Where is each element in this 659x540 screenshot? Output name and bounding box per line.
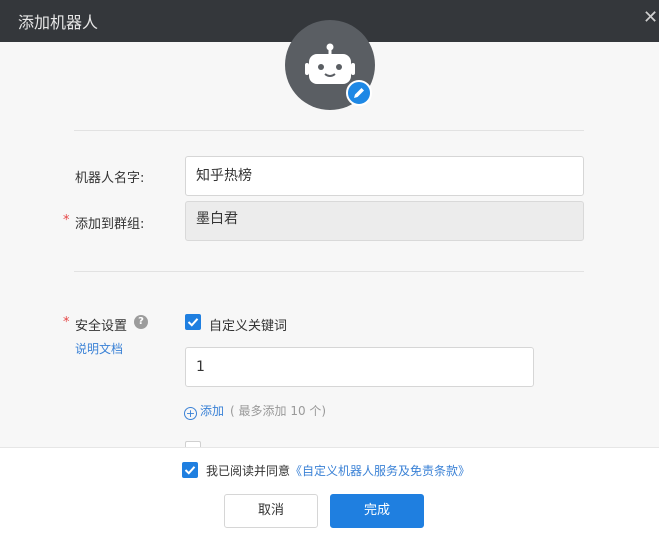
agree-text: 我已阅读并同意: [206, 464, 291, 478]
check-icon: [184, 466, 196, 475]
help-icon[interactable]: ?: [134, 315, 148, 329]
robot-name-input[interactable]: 知乎热榜: [185, 156, 584, 196]
required-mark: *: [63, 213, 70, 228]
agree-statement: 我已阅读并同意《自定义机器人服务及免责条款》: [206, 462, 470, 479]
pencil-icon: [354, 88, 364, 98]
add-limit-hint: ( 最多添加 10 个): [230, 404, 327, 418]
name-label: 机器人名字:: [75, 171, 145, 186]
close-icon[interactable]: ✕: [643, 8, 659, 28]
edit-avatar-button[interactable]: [346, 80, 372, 106]
done-button[interactable]: 完成: [330, 494, 424, 528]
dialog-title: 添加机器人: [18, 13, 99, 32]
dialog-footer: 我已阅读并同意《自定义机器人服务及免责条款》 取消 完成: [0, 447, 659, 540]
required-mark: *: [63, 315, 70, 330]
doc-link[interactable]: 说明文档: [75, 340, 123, 357]
terms-link[interactable]: 《自定义机器人服务及免责条款》: [290, 464, 470, 478]
group-field: 墨白君: [185, 201, 584, 241]
security-label: 安全设置: [75, 319, 128, 334]
keyword-checkbox[interactable]: [185, 314, 201, 330]
group-label: 添加到群组:: [75, 217, 145, 232]
plus-circle-icon[interactable]: +: [184, 407, 197, 420]
keyword-checkbox-label: 自定义关键词: [209, 319, 288, 334]
divider: [74, 130, 584, 131]
divider: [74, 271, 584, 272]
cancel-button[interactable]: 取消: [224, 494, 318, 528]
check-icon: [187, 318, 199, 327]
add-keyword-button[interactable]: 添加: [200, 404, 224, 418]
add-keyword-row: + 添加 ( 最多添加 10 个): [184, 402, 326, 420]
keyword-input[interactable]: 1: [185, 347, 534, 387]
agree-checkbox[interactable]: [182, 462, 198, 478]
